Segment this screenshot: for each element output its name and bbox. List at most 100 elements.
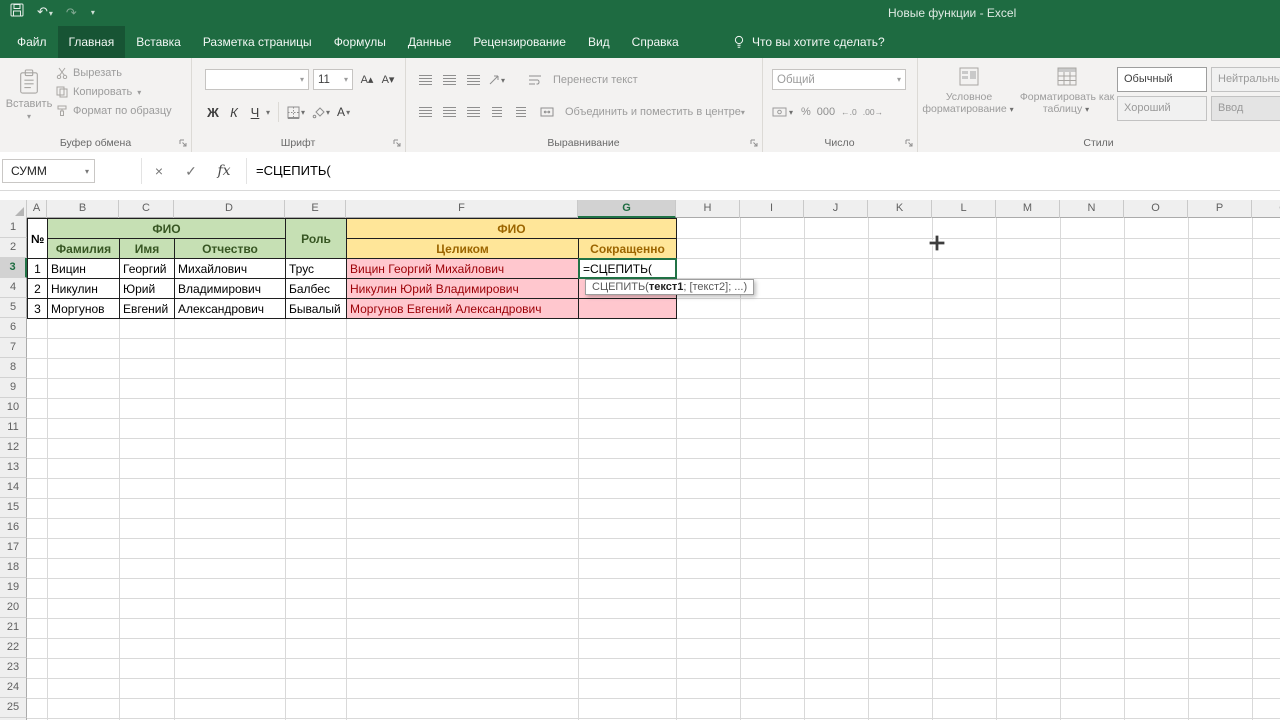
alignment-dialog-launcher-icon[interactable] — [749, 138, 759, 148]
ribbon-tab-Главная[interactable]: Главная — [58, 26, 126, 58]
cell-G3[interactable]: =СЦЕПИТЬ( — [578, 258, 677, 279]
row-header-21[interactable]: 21 — [0, 618, 27, 638]
row-header-8[interactable]: 8 — [0, 358, 27, 378]
customize-quick-access-icon[interactable]: ▾ — [91, 0, 95, 26]
paste-button[interactable]: Вставить ▾ — [6, 64, 52, 144]
font-dialog-launcher-icon[interactable] — [392, 138, 402, 148]
number-dialog-launcher-icon[interactable] — [904, 138, 914, 148]
cell-style-Ввод[interactable]: Ввод — [1211, 96, 1280, 121]
decrease-font-icon[interactable]: A▾ — [378, 69, 398, 90]
name-box[interactable]: СУММ ▾ — [2, 159, 95, 183]
column-header-I[interactable]: I — [740, 200, 804, 218]
cancel-icon[interactable]: × — [146, 152, 172, 190]
column-header-J[interactable]: J — [804, 200, 868, 218]
format-painter-button[interactable]: Формат по образцу — [56, 105, 172, 117]
borders-button[interactable]: ▾ — [285, 101, 309, 123]
cell-E3[interactable]: Трус — [285, 258, 347, 279]
column-header-B[interactable]: B — [47, 200, 119, 218]
ribbon-tab-Вид[interactable]: Вид — [577, 26, 621, 58]
cell-C2[interactable]: Имя — [119, 238, 175, 259]
cell-G5[interactable] — [578, 298, 677, 319]
align-bottom-icon[interactable] — [461, 69, 485, 91]
save-icon[interactable] — [10, 0, 24, 26]
row-header-20[interactable]: 20 — [0, 598, 27, 618]
row-header-9[interactable]: 9 — [0, 378, 27, 398]
cell-style-Обычный[interactable]: Обычный — [1117, 67, 1207, 92]
row-header-12[interactable]: 12 — [0, 438, 27, 458]
row-header-14[interactable]: 14 — [0, 478, 27, 498]
cell-F3[interactable]: Вицин Георгий Михайлович — [346, 258, 579, 279]
column-header-G[interactable]: G — [578, 200, 676, 218]
column-header-O[interactable]: O — [1124, 200, 1188, 218]
column-header-D[interactable]: D — [174, 200, 285, 218]
clipboard-dialog-launcher-icon[interactable] — [178, 138, 188, 148]
italic-button[interactable]: К — [224, 101, 244, 123]
increase-font-icon[interactable]: A▴ — [357, 69, 377, 90]
cell-D5[interactable]: Александрович — [174, 298, 286, 319]
increase-decimal-icon[interactable]: ←.0 — [841, 107, 857, 117]
formula-input[interactable]: =СЦЕПИТЬ( — [256, 152, 1276, 190]
fill-color-button[interactable]: ▾ — [310, 101, 334, 123]
decrease-decimal-icon[interactable]: .00→ — [863, 107, 883, 117]
row-header-5[interactable]: 5 — [0, 298, 27, 318]
tell-me[interactable]: Что вы хотите сделать? — [733, 26, 885, 58]
cell-C3[interactable]: Георгий — [119, 258, 175, 279]
cell-F2[interactable]: Целиком — [346, 238, 579, 259]
bold-button[interactable]: Ж — [203, 101, 223, 123]
spreadsheet-grid[interactable]: ABCDEFGHIJKLMNOPQ12345678910111213141516… — [0, 200, 1280, 720]
column-header-L[interactable]: L — [932, 200, 996, 218]
row-header-7[interactable]: 7 — [0, 338, 27, 358]
cell-F5[interactable]: Моргунов Евгений Александрович — [346, 298, 579, 319]
copy-button[interactable]: Копировать ▾ — [56, 86, 172, 98]
row-header-3[interactable]: 3 — [0, 258, 27, 278]
column-header-E[interactable]: E — [285, 200, 346, 218]
row-header-15[interactable]: 15 — [0, 498, 27, 518]
undo-icon[interactable]: ↶▾ — [37, 0, 53, 27]
ribbon-tab-Разметка страницы[interactable]: Разметка страницы — [192, 26, 323, 58]
cell-B3[interactable]: Вицин — [47, 258, 120, 279]
font-color-button[interactable]: А ▾ — [335, 101, 354, 123]
row-header-11[interactable]: 11 — [0, 418, 27, 438]
wrap-text-button[interactable]: Перенести текст — [553, 74, 638, 86]
font-size-select[interactable]: 11 ▾ — [313, 69, 353, 90]
font-name-select[interactable]: ▾ — [205, 69, 309, 90]
cell-E5[interactable]: Бывалый — [285, 298, 347, 319]
cell-G2[interactable]: Сокращенно — [578, 238, 677, 259]
align-top-icon[interactable] — [413, 69, 437, 91]
column-header-F[interactable]: F — [346, 200, 578, 218]
conditional-formatting-button[interactable]: Условное форматирование ▾ — [921, 64, 1017, 116]
cell-D4[interactable]: Владимирович — [174, 278, 286, 299]
align-right-icon[interactable] — [461, 101, 485, 123]
number-format-select[interactable]: Общий ▾ — [772, 69, 906, 90]
column-header-K[interactable]: K — [868, 200, 932, 218]
column-header-C[interactable]: C — [119, 200, 174, 218]
column-header-P[interactable]: P — [1188, 200, 1252, 218]
column-header-N[interactable]: N — [1060, 200, 1124, 218]
row-header-13[interactable]: 13 — [0, 458, 27, 478]
row-header-1[interactable]: 1 — [0, 218, 27, 238]
cell-A1:A2[interactable]: № — [27, 218, 48, 259]
comma-style-button[interactable]: 000 — [817, 106, 835, 118]
chevron-down-icon[interactable]: ▾ — [266, 108, 270, 117]
row-header-18[interactable]: 18 — [0, 558, 27, 578]
decrease-indent-icon[interactable] — [485, 101, 509, 123]
insert-function-icon[interactable]: fx — [208, 152, 240, 190]
underline-button[interactable]: Ч — [245, 101, 265, 123]
cell-D3[interactable]: Михайлович — [174, 258, 286, 279]
cut-button[interactable]: Вырезать — [56, 67, 172, 79]
row-header-25[interactable]: 25 — [0, 698, 27, 718]
ribbon-tab-Формулы[interactable]: Формулы — [323, 26, 397, 58]
merge-center-button[interactable]: Объединить и поместить в центре — [565, 106, 741, 118]
ribbon-tab-Вставка[interactable]: Вставка — [125, 26, 192, 58]
increase-indent-icon[interactable] — [509, 101, 533, 123]
cell-B4[interactable]: Никулин — [47, 278, 120, 299]
cell-style-Нейтральный[interactable]: Нейтральный — [1211, 67, 1280, 92]
cell-D2[interactable]: Отчество — [174, 238, 286, 259]
row-header-10[interactable]: 10 — [0, 398, 27, 418]
cell-A4[interactable]: 2 — [27, 278, 48, 299]
cell-B2[interactable]: Фамилия — [47, 238, 120, 259]
cell-C5[interactable]: Евгений — [119, 298, 175, 319]
row-header-6[interactable]: 6 — [0, 318, 27, 338]
ribbon-tab-Рецензирование[interactable]: Рецензирование — [462, 26, 577, 58]
accounting-format-button[interactable]: ▾ — [772, 106, 795, 118]
